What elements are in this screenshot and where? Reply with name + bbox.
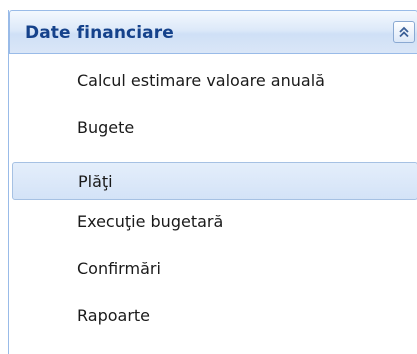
menu-item-annual-value-estimate[interactable]: Calcul estimare valoare anuală bbox=[9, 61, 417, 101]
menu-item-label: Rapoarte bbox=[77, 306, 151, 325]
menu-item-budget-execution[interactable]: Execuţie bugetară bbox=[9, 202, 417, 242]
menu-item-label: Confirmări bbox=[77, 259, 161, 278]
collapse-button[interactable] bbox=[393, 21, 415, 43]
menu-item-budgets[interactable]: Bugete bbox=[9, 108, 417, 148]
menu-item-label: Calcul estimare valoare anuală bbox=[77, 71, 325, 90]
panel-header[interactable]: Date financiare bbox=[9, 10, 417, 54]
menu-item-payments[interactable]: Plăţi bbox=[12, 162, 417, 200]
menu-item-label: Plăţi bbox=[78, 172, 113, 191]
menu-item-confirmations[interactable]: Confirmări bbox=[9, 249, 417, 289]
menu-item-reports[interactable]: Rapoarte bbox=[9, 296, 417, 336]
double-chevron-up-icon bbox=[399, 26, 409, 38]
menu-item-label: Bugete bbox=[77, 118, 135, 137]
menu-item-label: Execuţie bugetară bbox=[77, 212, 224, 231]
financial-data-panel: Date financiare Calcul estimare valoare … bbox=[8, 10, 417, 354]
panel-title: Date financiare bbox=[25, 23, 174, 43]
